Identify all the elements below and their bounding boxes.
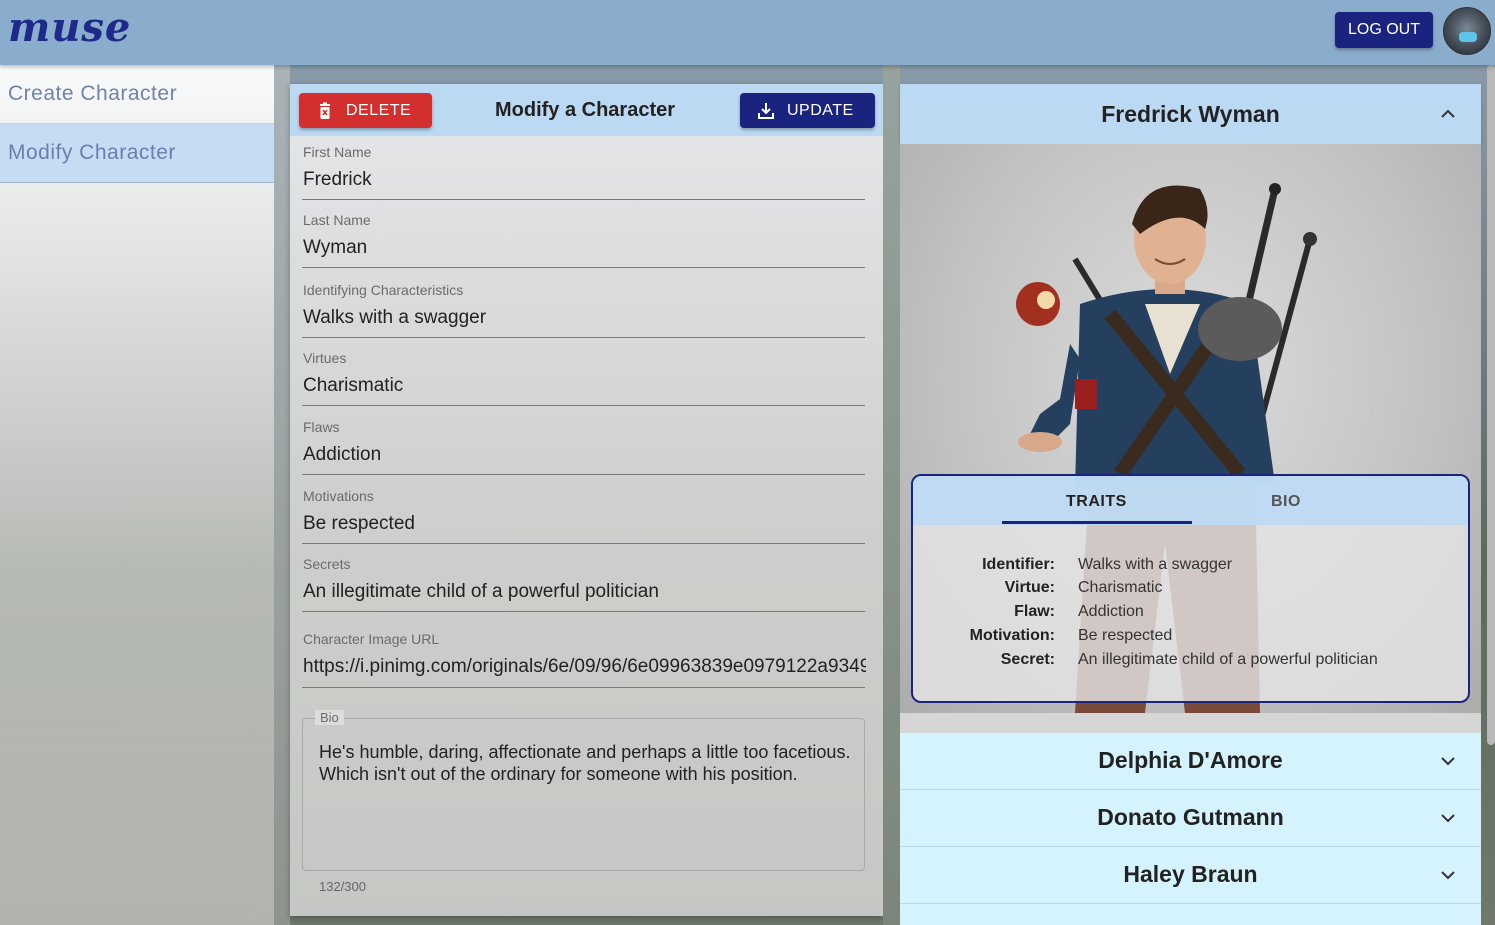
trash-icon — [320, 102, 330, 119]
form-title: Modify a Character — [494, 99, 676, 121]
avatar-mask-detail — [1459, 32, 1477, 42]
identifying-characteristics-value[interactable]: Walks with a swagger — [303, 307, 866, 329]
accordion-title: Delphia D'Amore — [1098, 747, 1283, 773]
motivations-field[interactable]: Motivations Be respected — [302, 488, 865, 544]
flaws-field[interactable]: Flaws Addiction — [302, 419, 865, 475]
chevron-down-icon[interactable] — [1438, 865, 1458, 885]
secrets-label: Secrets — [303, 556, 351, 572]
portrait-bottom-band — [900, 713, 1481, 733]
bio-label: Bio — [315, 710, 344, 725]
identifying-characteristics-label: Identifying Characteristics — [303, 282, 464, 298]
bio-character-counter: 132/300 — [319, 879, 366, 894]
download-icon — [758, 103, 774, 119]
trait-key: Motivation: — [969, 627, 1055, 644]
virtues-label: Virtues — [303, 350, 347, 366]
modify-character-form: DELETE Modify a Character UPDATE First N… — [290, 84, 883, 916]
motivations-label: Motivations — [303, 488, 374, 504]
secrets-field[interactable]: Secrets An illegitimate child of a power… — [302, 556, 865, 612]
form-header: DELETE Modify a Character UPDATE — [290, 84, 883, 136]
character-accordion-delphia[interactable]: Delphia D'Amore — [900, 733, 1481, 790]
update-button[interactable]: UPDATE — [740, 93, 875, 128]
trait-key: Flaw: — [1014, 603, 1055, 620]
trait-key: Virtue: — [1004, 579, 1055, 596]
trait-row-flaw: Flaw: Addiction — [913, 603, 1468, 627]
bio-value[interactable]: He's humble, daring, affectionate and pe… — [319, 741, 854, 785]
sidebar: Create Character Modify Character — [0, 65, 274, 925]
first-name-field[interactable]: First Name Fredrick — [302, 144, 865, 200]
character-accordion-next[interactable] — [900, 904, 1481, 925]
trait-row-secret: Secret: An illegitimate child of a power… — [913, 651, 1468, 675]
accordion-title: Haley Braun — [1123, 861, 1258, 887]
character-card-header[interactable]: Fredrick Wyman — [900, 84, 1481, 144]
active-tab-indicator — [1002, 521, 1192, 524]
last-name-value[interactable]: Wyman — [303, 237, 866, 259]
traits-tabs-bar: TRAITS BIO — [913, 476, 1468, 525]
image-url-field[interactable]: Character Image URL https://i.pinimg.com… — [302, 631, 866, 688]
tab-traits[interactable]: TRAITS — [1066, 493, 1127, 511]
last-name-field[interactable]: Last Name Wyman — [302, 212, 865, 268]
secrets-value[interactable]: An illegitimate child of a powerful poli… — [303, 581, 866, 603]
trait-key: Secret: — [1000, 651, 1055, 668]
motivations-value[interactable]: Be respected — [303, 513, 866, 535]
flaws-label: Flaws — [303, 419, 340, 435]
trait-row-virtue: Virtue: Charismatic — [913, 579, 1468, 603]
character-accordion-donato[interactable]: Donato Gutmann — [900, 790, 1481, 847]
background-strip-right — [883, 65, 900, 925]
virtues-value[interactable]: Charismatic — [303, 375, 866, 397]
user-avatar[interactable] — [1443, 7, 1491, 55]
image-url-label: Character Image URL — [303, 631, 440, 647]
background-strip — [274, 65, 290, 925]
update-button-label: UPDATE — [787, 102, 854, 119]
traits-panel: TRAITS BIO Identifier: Walks with a swag… — [911, 474, 1470, 703]
character-name: Fredrick Wyman — [1101, 101, 1280, 127]
app-logo[interactable]: muse — [8, 4, 131, 51]
delete-button-label: DELETE — [346, 102, 412, 119]
character-accordion-haley[interactable]: Haley Braun — [900, 847, 1481, 904]
sidebar-item-create-character[interactable]: Create Character — [0, 65, 274, 124]
tab-bio[interactable]: BIO — [1271, 493, 1301, 511]
trait-row-motivation: Motivation: Be respected — [913, 627, 1468, 651]
trait-key: Identifier: — [982, 556, 1055, 573]
bio-textarea[interactable]: Bio He's humble, daring, affectionate an… — [302, 710, 865, 871]
page-scrollbar[interactable] — [1487, 65, 1495, 745]
trait-value: Be respected — [1078, 627, 1173, 644]
delete-button[interactable]: DELETE — [299, 93, 432, 128]
trait-value: Charismatic — [1078, 579, 1163, 596]
first-name-label: First Name — [303, 144, 372, 160]
chevron-up-icon[interactable] — [1438, 104, 1458, 124]
flaws-value[interactable]: Addiction — [303, 444, 866, 466]
top-app-bar: muse LOG OUT — [0, 0, 1495, 65]
trait-value: Walks with a swagger — [1078, 556, 1233, 573]
sidebar-item-modify-character[interactable]: Modify Character — [0, 124, 274, 183]
first-name-value[interactable]: Fredrick — [303, 169, 866, 191]
trait-value: An illegitimate child of a powerful poli… — [1078, 651, 1378, 668]
logout-button[interactable]: LOG OUT — [1335, 12, 1433, 48]
virtues-field[interactable]: Virtues Charismatic — [302, 350, 865, 406]
identifying-characteristics-field[interactable]: Identifying Characteristics Walks with a… — [302, 282, 865, 338]
chevron-down-icon[interactable] — [1438, 751, 1458, 771]
image-url-value[interactable]: https://i.pinimg.com/originals/6e/09/96/… — [303, 656, 866, 678]
accordion-title: Donato Gutmann — [1097, 804, 1284, 830]
trait-value: Addiction — [1078, 603, 1144, 620]
chevron-down-icon[interactable] — [1438, 808, 1458, 828]
last-name-label: Last Name — [303, 212, 371, 228]
trait-row-identifier: Identifier: Walks with a swagger — [913, 556, 1468, 580]
